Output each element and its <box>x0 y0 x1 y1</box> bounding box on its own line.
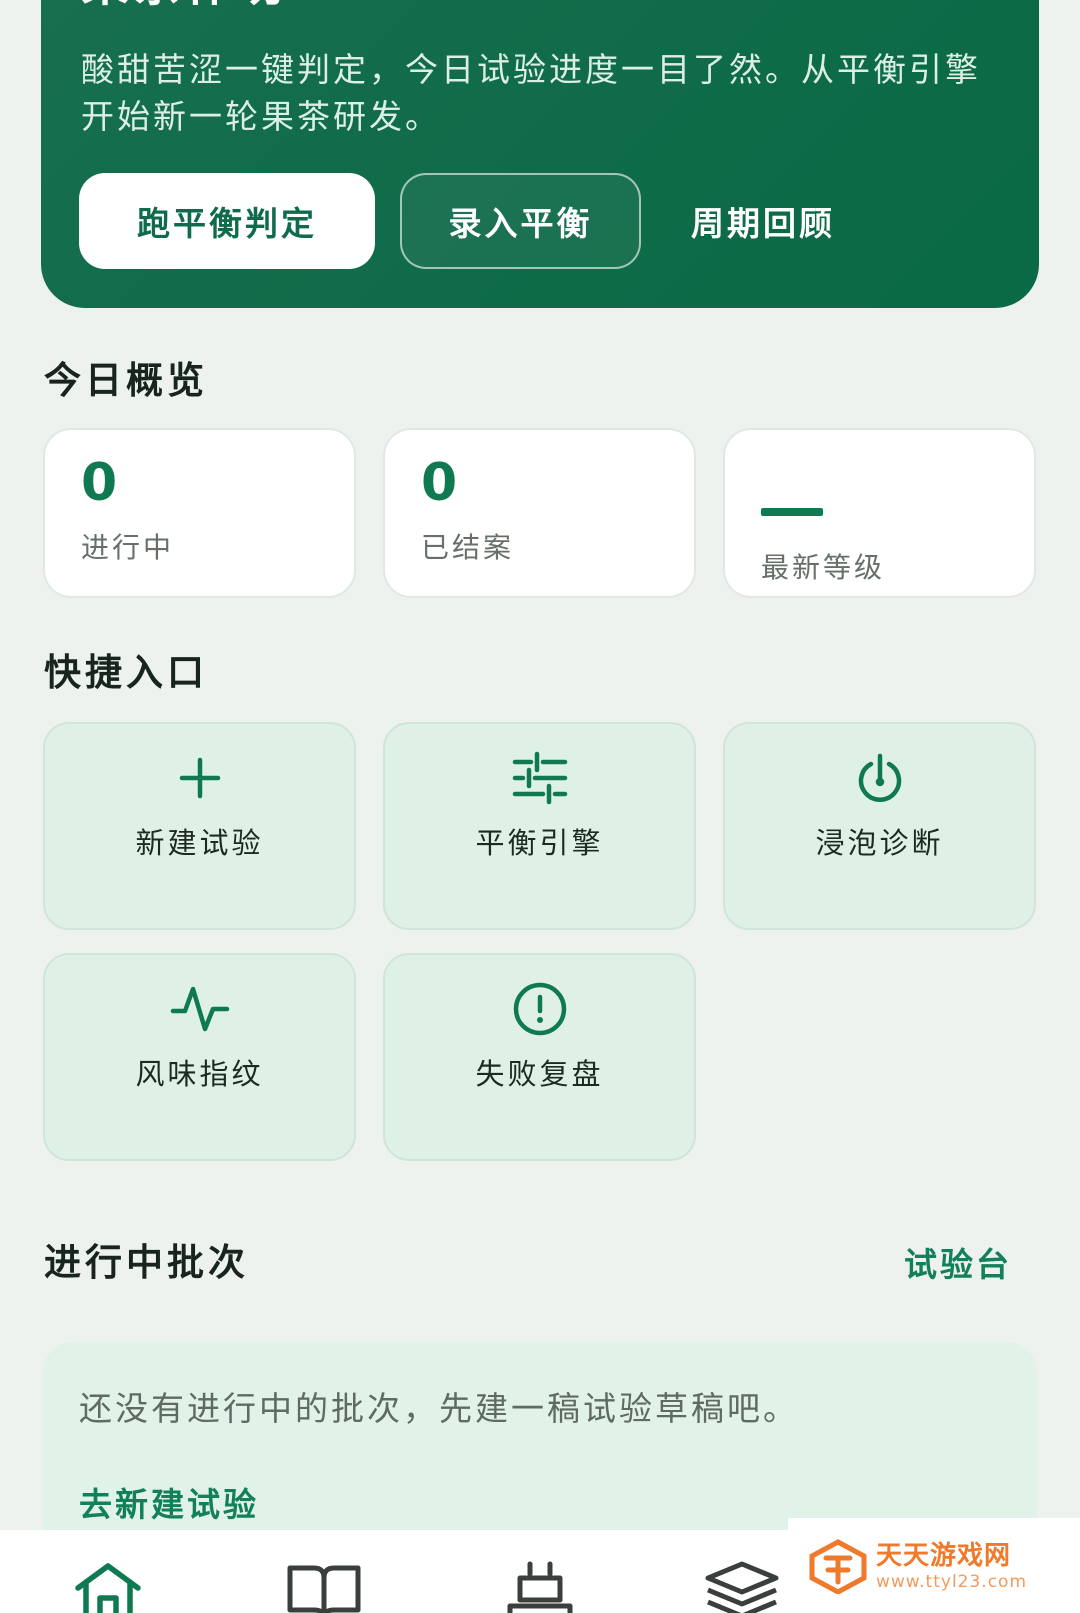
plus-icon <box>179 757 220 799</box>
hero-actions: 跑平衡判定 录入平衡 周期回顾 <box>79 173 835 269</box>
home-icon <box>75 1563 141 1613</box>
quick-title: 快捷入口 <box>44 651 208 694</box>
hero-description: 酸甜苦涩一键判定，今日试验进度一目了然。从平衡引擎开始新一轮果茶研发。 <box>81 50 981 136</box>
nav-item-batches[interactable] <box>702 1560 782 1613</box>
sliders-icon <box>512 751 567 805</box>
stat-card-closed[interactable]: 0 已结案 <box>383 428 696 598</box>
pulse-icon <box>170 986 229 1032</box>
quick-tile-steep-diagnosis[interactable]: 浸泡诊断 <box>723 722 1036 930</box>
quick-grid: 新建试验 平衡引擎 浸泡诊断 风味指纹 失败复盘 <box>43 722 1041 1184</box>
quick-tile-new-trial[interactable]: 新建试验 <box>43 722 356 930</box>
hero-card: 果茶作坊 酸甜苦涩一键判定，今日试验进度一目了然。从平衡引擎开始新一轮果茶研发。… <box>41 0 1039 308</box>
enter-balance-button[interactable]: 录入平衡 <box>400 173 641 269</box>
overview-stats: 0 进行中 0 已结案 最新等级 <box>43 428 1036 598</box>
empty-value-dash <box>761 508 823 516</box>
timer-icon <box>858 753 901 802</box>
stat-value: 0 <box>421 453 458 513</box>
hero-title: 果茶作坊 <box>81 0 289 14</box>
stat-label: 最新等级 <box>761 551 886 584</box>
watermark-cn: 天天游戏网 <box>876 1540 1012 1571</box>
nav-item-kettle[interactable] <box>500 1560 580 1613</box>
trial-bench-link[interactable]: 试验台 <box>904 1238 1012 1286</box>
watermark: 天天游戏网 www.ttyl23.com <box>788 1518 1080 1613</box>
stat-label: 已结案 <box>421 531 515 564</box>
quick-tile-flavor-fingerprint[interactable]: 风味指纹 <box>43 953 356 1161</box>
stat-value: 0 <box>81 453 118 513</box>
stat-card-latest-grade[interactable]: 最新等级 <box>723 428 1036 598</box>
quick-label: 新建试验 <box>135 826 264 860</box>
nav-item-library[interactable] <box>284 1560 364 1613</box>
in-progress-title: 进行中批次 <box>44 1241 249 1284</box>
quick-tile-balance-engine[interactable]: 平衡引擎 <box>383 722 696 930</box>
layers-icon <box>705 1561 779 1613</box>
quick-label: 浸泡诊断 <box>815 826 944 860</box>
kettle-icon <box>507 1561 573 1613</box>
quick-label: 失败复盘 <box>475 1057 604 1091</box>
overview-title: 今日概览 <box>44 359 208 402</box>
empty-state-text: 还没有进行中的批次，先建一稿试验草稿吧。 <box>79 1389 799 1428</box>
book-icon <box>287 1565 361 1613</box>
quick-tile-failure-review[interactable]: 失败复盘 <box>383 953 696 1161</box>
watermark-logo-icon <box>809 1538 867 1594</box>
alert-circle-icon <box>513 982 566 1036</box>
nav-item-home[interactable] <box>68 1560 148 1613</box>
stat-card-in-progress[interactable]: 0 进行中 <box>43 428 356 598</box>
watermark-en: www.ttyl23.com <box>876 1571 1028 1592</box>
quick-label: 平衡引擎 <box>475 826 604 860</box>
cycle-review-button[interactable]: 周期回顾 <box>691 197 835 245</box>
quick-label: 风味指纹 <box>135 1057 264 1091</box>
run-balance-button[interactable]: 跑平衡判定 <box>79 173 375 269</box>
stat-label: 进行中 <box>81 531 175 564</box>
